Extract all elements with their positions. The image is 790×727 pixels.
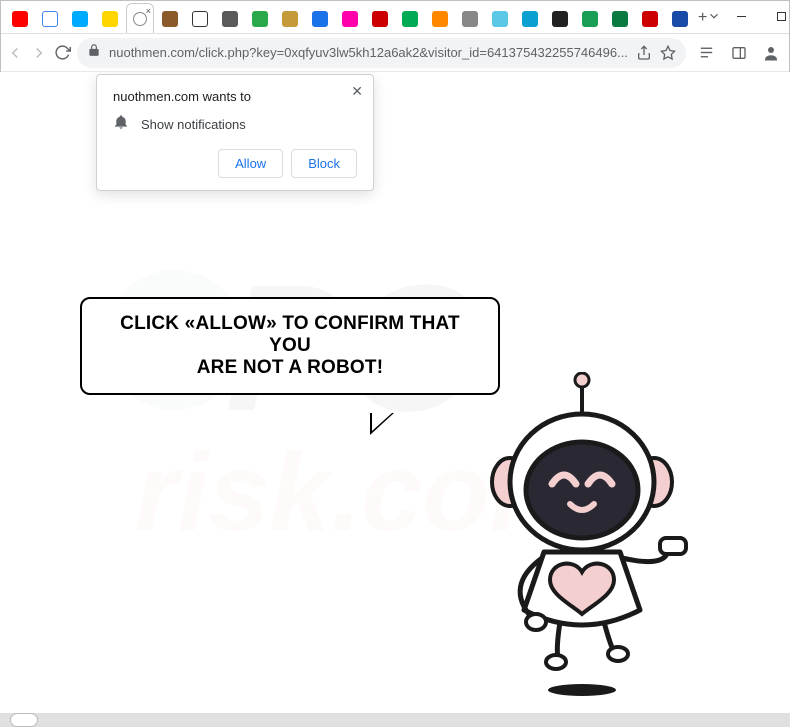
tab-close-icon[interactable]: × <box>146 6 151 16</box>
favicon <box>492 11 508 27</box>
tab[interactable] <box>6 5 34 33</box>
bubble-text-line2: ARE NOT A ROBOT! <box>98 357 482 379</box>
favicon <box>672 11 688 27</box>
window-controls <box>721 0 790 33</box>
tab[interactable] <box>666 5 694 33</box>
block-button[interactable]: Block <box>291 149 357 178</box>
reload-button[interactable] <box>54 38 71 68</box>
tab[interactable] <box>636 5 664 33</box>
favicon <box>162 11 178 27</box>
tab[interactable] <box>276 5 304 33</box>
favicon <box>432 11 448 27</box>
favicon <box>582 11 598 27</box>
favicon <box>402 11 418 27</box>
allow-button[interactable]: Allow <box>218 149 283 178</box>
notification-origin: nuothmen.com wants to <box>113 89 357 104</box>
robot-illustration <box>452 372 702 702</box>
star-icon[interactable] <box>660 45 676 61</box>
favicon <box>372 11 388 27</box>
bell-icon <box>113 114 129 135</box>
favicon <box>222 11 238 27</box>
back-button[interactable] <box>6 38 24 68</box>
tab[interactable] <box>456 5 484 33</box>
tab[interactable] <box>156 5 184 33</box>
tab[interactable] <box>426 5 454 33</box>
tab[interactable] <box>96 5 124 33</box>
tab[interactable] <box>306 5 334 33</box>
tab[interactable] <box>36 5 64 33</box>
bubble-text-line1: CLICK «ALLOW» TO CONFIRM THAT YOU <box>98 313 482 357</box>
favicon <box>102 11 118 27</box>
favicon <box>312 11 328 27</box>
favicon <box>342 11 358 27</box>
tab[interactable] <box>576 5 604 33</box>
tab-strip: × <box>0 0 694 33</box>
favicon <box>42 11 58 27</box>
titlebar: × + <box>0 0 790 34</box>
url-text: nuothmen.com/click.php?key=0xqfyuv3lw5kh… <box>109 45 628 60</box>
minimize-button[interactable] <box>721 0 761 33</box>
tab[interactable] <box>516 5 544 33</box>
bottom-slider[interactable] <box>0 713 790 727</box>
slider-thumb[interactable] <box>10 713 38 727</box>
omnibox[interactable]: nuothmen.com/click.php?key=0xqfyuv3lw5kh… <box>77 38 686 68</box>
profile-icon[interactable] <box>756 38 786 68</box>
side-panel-icon[interactable] <box>724 38 754 68</box>
favicon <box>192 11 208 27</box>
tab[interactable] <box>546 5 574 33</box>
tab[interactable] <box>396 5 424 33</box>
share-icon[interactable] <box>636 45 652 61</box>
favicon <box>522 11 538 27</box>
favicon <box>612 11 628 27</box>
favicon <box>12 11 28 27</box>
tab[interactable] <box>606 5 634 33</box>
tab[interactable] <box>336 5 364 33</box>
favicon <box>462 11 478 27</box>
favicon <box>252 11 268 27</box>
tab[interactable] <box>366 5 394 33</box>
tab[interactable] <box>66 5 94 33</box>
forward-button[interactable] <box>30 38 48 68</box>
tab-active[interactable]: × <box>126 3 154 33</box>
address-bar-row: nuothmen.com/click.php?key=0xqfyuv3lw5kh… <box>0 34 790 72</box>
tab[interactable] <box>216 5 244 33</box>
tab[interactable] <box>246 5 274 33</box>
new-tab-button[interactable]: + <box>698 6 707 30</box>
favicon <box>72 11 88 27</box>
maximize-button[interactable] <box>761 0 790 33</box>
notification-prompt: ✕ nuothmen.com wants to Show notificatio… <box>96 74 374 191</box>
favicon <box>282 11 298 27</box>
close-icon[interactable]: ✕ <box>351 83 363 100</box>
favicon <box>552 11 568 27</box>
speech-bubble: CLICK «ALLOW» TO CONFIRM THAT YOU ARE NO… <box>80 297 500 395</box>
notification-permission-label: Show notifications <box>141 117 246 132</box>
tab-search-dropdown[interactable] <box>707 0 721 33</box>
tab[interactable] <box>186 5 214 33</box>
tab[interactable] <box>486 5 514 33</box>
favicon <box>642 11 658 27</box>
page-content: PC risk.com ✕ nuothmen.com wants to Show… <box>0 72 790 727</box>
reading-list-icon[interactable] <box>692 38 722 68</box>
lock-icon <box>87 43 101 62</box>
